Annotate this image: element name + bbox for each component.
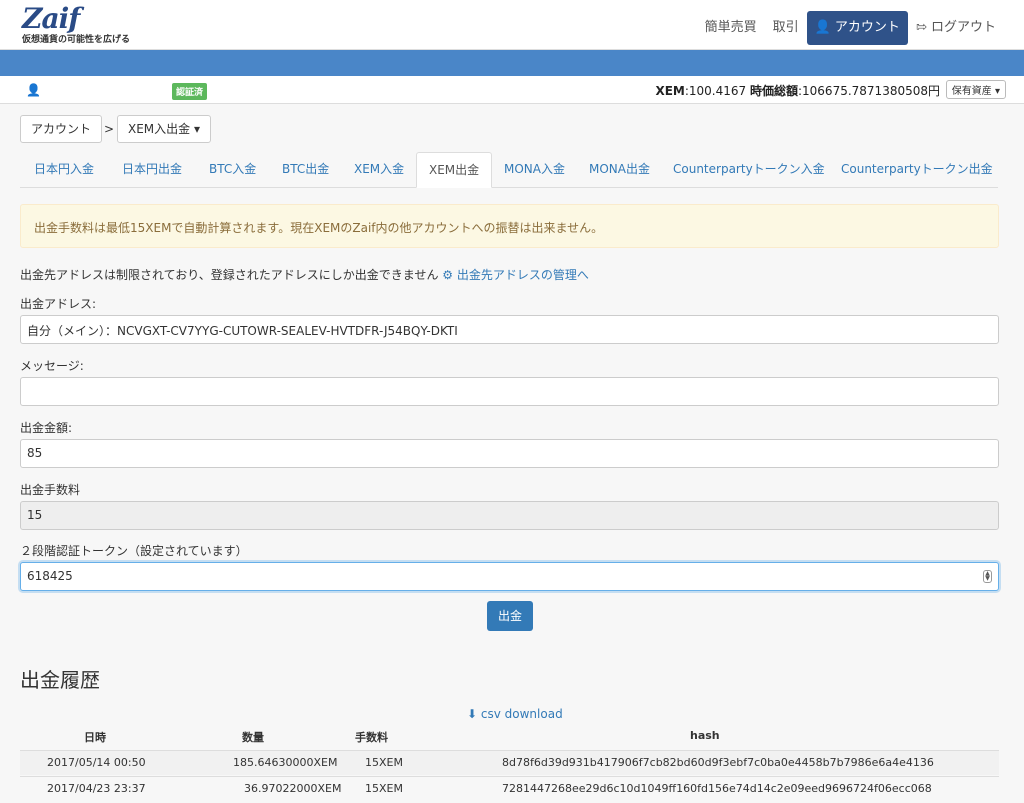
tab-jpy-withdraw[interactable]: 日本円出金	[110, 152, 194, 188]
col-hash: hash	[690, 729, 720, 742]
row-amount: 36.97022000XEM	[244, 782, 342, 795]
tab-counterparty-withdraw[interactable]: Counterpartyトークン出金	[829, 152, 1005, 188]
message-label: メッセージ:	[20, 359, 84, 373]
nav-trade[interactable]: 取引	[765, 11, 807, 45]
row-datetime: 2017/04/23 23:37	[47, 782, 146, 795]
tab-jpy-deposit[interactable]: 日本円入金	[22, 152, 106, 188]
withdraw-button[interactable]: 出金	[487, 601, 533, 631]
tab-counterparty-deposit[interactable]: Counterpartyトークン入金	[661, 152, 837, 188]
balance-summary: XEM:100.4167 時価総額:106675.7871380508円	[655, 82, 940, 99]
tab-xem-deposit[interactable]: XEM入金	[342, 152, 416, 188]
history-title: 出金履歴	[20, 668, 100, 692]
row-fee: 15XEM	[365, 782, 403, 795]
col-datetime: 日時	[84, 731, 106, 744]
gear-icon: ⚙	[442, 268, 454, 282]
amount-label: 出金金額:	[20, 421, 73, 435]
download-icon: ⬇	[467, 707, 478, 721]
top-navbar: Zaif 仮想通貨の可能性を広げる 簡単売買 取引 👤 アカウント ⇰ ログアウ…	[0, 0, 1024, 50]
asset-dropdown-button[interactable]: 保有資産 ▾	[945, 80, 1006, 99]
tab-xem-withdraw[interactable]: XEM出金	[416, 152, 493, 188]
blue-banner	[0, 50, 1024, 76]
breadcrumb-separator: >	[104, 122, 115, 136]
verified-badge: 認証済	[172, 83, 208, 100]
user-icon: 👤	[26, 83, 41, 97]
address-select[interactable]: 自分（メイン）：NCVGXT-CV7YYG-CUTOWR-SEALEV-HVTD…	[20, 315, 999, 344]
note-text: 出金先アドレスは制限されており、登録されたアドレスにしか出金できません	[20, 268, 439, 282]
nav-logout-label: ログアウト	[930, 20, 996, 35]
breadcrumb-account[interactable]: アカウント	[20, 115, 103, 143]
address-management-label: 出金先アドレスの管理へ	[456, 268, 589, 282]
row-fee: 15XEM	[365, 756, 403, 769]
csv-download-label: csv download	[480, 707, 563, 721]
token-value: 618425	[27, 569, 73, 583]
amount-input[interactable]: 85	[20, 439, 999, 468]
nav-account-label: アカウント	[834, 20, 900, 35]
logout-icon: ⇰	[915, 20, 927, 35]
tab-bar: 日本円入金 日本円出金 BTC入金 BTC出金 XEM入金 XEM出金 MONA…	[20, 152, 998, 188]
row-hash: 7281447268ee29d6c10d1049ff160fd156e74d14…	[502, 782, 932, 795]
address-restriction-note: 出金先アドレスは制限されており、登録されたアドレスにしか出金できません ⚙ 出金…	[20, 266, 589, 283]
balance-value: :100.4167	[684, 84, 747, 98]
table-row: 2017/05/14 00:50 185.64630000XEM 15XEM 8…	[20, 750, 999, 775]
logo-mark: Zaif	[22, 2, 80, 35]
fee-label: 出金手数料	[20, 483, 81, 497]
col-fee: 手数料	[355, 731, 388, 744]
breadcrumb-xem-dropdown[interactable]: XEM入出金 ▾	[117, 115, 211, 143]
total-value: :106675.7871380508円	[797, 84, 940, 98]
tab-btc-withdraw[interactable]: BTC出金	[270, 152, 341, 188]
tab-mona-deposit[interactable]: MONA入金	[492, 152, 577, 188]
address-management-link[interactable]: ⚙ 出金先アドレスの管理へ	[442, 268, 589, 282]
col-amount: 数量	[242, 731, 264, 744]
balance-label: XEM	[655, 84, 685, 98]
logo-tagline: 仮想通貨の可能性を広げる	[22, 35, 131, 45]
token-label: ２段階認証トークン（設定されています）	[20, 544, 248, 558]
nav-account[interactable]: 👤 アカウント	[806, 11, 908, 45]
total-label: 時価総額	[749, 84, 798, 98]
user-icon: 👤	[814, 20, 831, 35]
nav-simple-trade[interactable]: 簡単売買	[697, 11, 765, 45]
row-amount: 185.64630000XEM	[233, 756, 338, 769]
fee-alert: 出金手数料は最低15XEMで自動計算されます。現在XEMのZaif内の他アカウン…	[20, 204, 999, 248]
csv-download-link[interactable]: ⬇ csv download	[467, 707, 563, 721]
tab-mona-withdraw[interactable]: MONA出金	[577, 152, 662, 188]
nav-logout[interactable]: ⇰ ログアウト	[908, 11, 1004, 45]
fee-input: 15	[20, 501, 999, 530]
table-row: 2017/04/23 23:37 36.97022000XEM 15XEM 72…	[20, 776, 999, 801]
nav-links: 簡単売買 取引 👤 アカウント ⇰ ログアウト	[697, 11, 1004, 45]
row-hash: 8d78f6d39d931b417906f7cb82bd60d9f3ebf7c0…	[502, 756, 934, 769]
tab-btc-deposit[interactable]: BTC入金	[197, 152, 268, 188]
zaif-logo[interactable]: Zaif 仮想通貨の可能性を広げる	[22, 2, 131, 46]
message-input[interactable]	[20, 377, 999, 406]
token-input[interactable]: 618425 ▲ ▼	[20, 562, 999, 591]
row-datetime: 2017/05/14 00:50	[47, 756, 146, 769]
address-label: 出金アドレス:	[20, 297, 97, 311]
spinner-icon[interactable]: ▲ ▼	[983, 570, 992, 583]
